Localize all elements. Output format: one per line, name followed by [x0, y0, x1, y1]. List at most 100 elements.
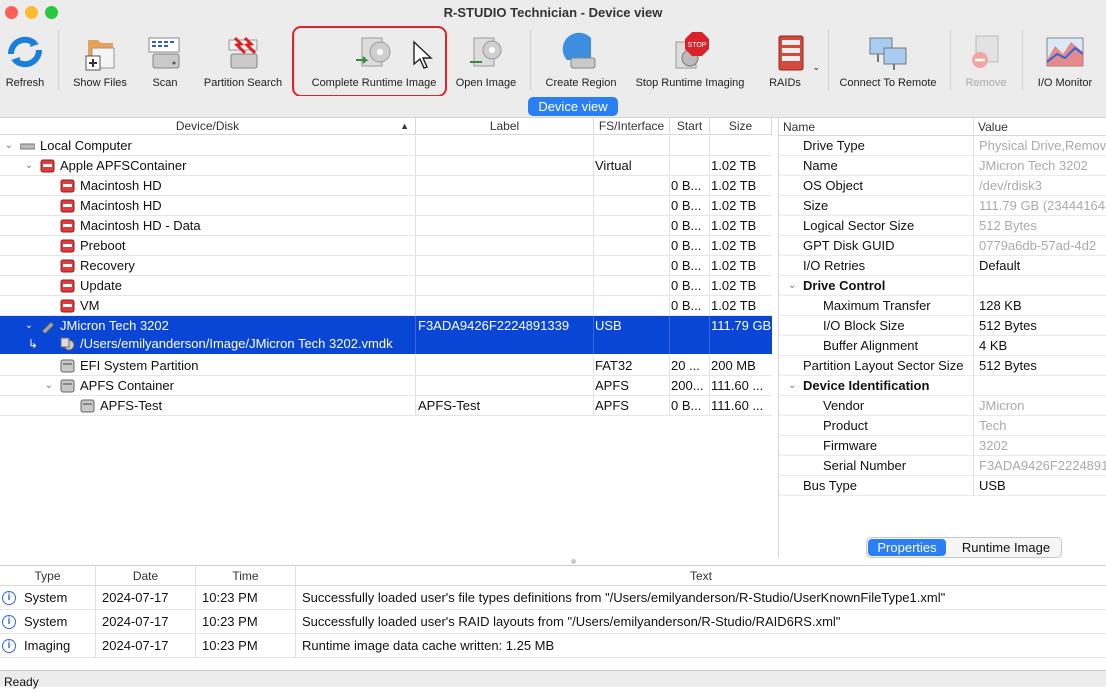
device-size: 1.02 TB [711, 178, 757, 193]
disclosure-arrow-icon[interactable]: ⌄ [3, 136, 15, 156]
log-row[interactable]: i System 2024-07-17 10:23 PM Successfully lo… [0, 586, 1106, 610]
tree-row[interactable]: ⌄ Local Computer [0, 136, 772, 156]
device-label [416, 196, 594, 216]
property-value: USB [979, 478, 1006, 493]
raids-button[interactable]: ⌄ RAIDs [762, 28, 820, 94]
property-value: 512 Bytes [979, 318, 1037, 333]
tab-runtime-image[interactable]: Runtime Image [951, 539, 1061, 556]
tree-row[interactable]: Recovery 0 B... 1.02 TB [0, 256, 772, 276]
tab-properties[interactable]: Properties [868, 539, 946, 556]
tree-row[interactable]: EFI System Partition FAT32 20 ... 200 MB [0, 356, 772, 376]
property-row[interactable]: GPT Disk GUID 0779a6db-57ad-4d2 [779, 236, 1106, 256]
device-fs [594, 334, 670, 354]
property-row[interactable]: Maximum Transfer 128 KB [779, 296, 1106, 316]
remove-icon [972, 35, 999, 68]
property-row[interactable]: OS Object/dev/rdisk3 [779, 176, 1106, 196]
column-header-fs[interactable]: FS/Interface [594, 118, 670, 135]
tree-row[interactable]: Macintosh HD - Data 0 B... 1.02 TB [0, 216, 772, 236]
part-red-icon [60, 239, 75, 253]
chevron-down-icon[interactable]: ⌄ [812, 62, 820, 73]
log-row[interactable]: i System 2024-07-17 10:23 PM Successfully lo… [0, 610, 1106, 634]
zoom-window-button[interactable] [45, 6, 58, 19]
property-row[interactable]: Product Tech [779, 416, 1106, 436]
property-row[interactable]: Drive Type Physical Drive,Removable [779, 136, 1106, 156]
property-row[interactable]: Size 111.79 GB (234441648 [779, 196, 1106, 216]
splitter-handle[interactable] [571, 559, 576, 564]
log-row[interactable]: i Imaging 2024-07-17 10:23 PM Runtime image … [0, 634, 1106, 658]
tree-row[interactable]: Macintosh HD 0 B... 1.02 TB [0, 176, 772, 196]
disclosure-arrow-icon[interactable]: ⌄ [23, 316, 35, 336]
property-value: JMicron [979, 398, 1025, 413]
refresh-button[interactable]: Refresh [0, 28, 50, 94]
scan-button[interactable]: Scan [140, 28, 190, 94]
tree-row[interactable]: ↳ /Users/emilyanderson/Image/JMicron Tech… [0, 334, 772, 354]
io-monitor-button[interactable]: I/O Monitor [1032, 28, 1098, 94]
property-row[interactable]: Vendor JMicron [779, 396, 1106, 416]
property-row[interactable]: Logical Sector Size 512 Bytes [779, 216, 1106, 236]
property-name: Bus Type [779, 476, 974, 496]
properties-header: Name Value [779, 118, 1106, 136]
show-files-icon [85, 40, 115, 71]
log-type: System [24, 590, 68, 605]
property-row[interactable]: Serial Number F3ADA9426F2224891 [779, 456, 1106, 476]
property-group-header[interactable]: ⌄ Device Identification [779, 376, 1106, 396]
property-row[interactable]: Firmware 3202 [779, 436, 1106, 456]
property-value [979, 276, 1106, 296]
tree-row[interactable]: ⌄ Apple APFSContainer Virtual 1.02 TB [0, 156, 772, 176]
stop-runtime-imaging-button[interactable]: STOP Stop Runtime Imaging [630, 28, 750, 94]
highlight-box [292, 26, 447, 97]
tree-row[interactable]: Preboot 0 B... 1.02 TB [0, 236, 772, 256]
tree-row[interactable]: APFS-Test APFS-Test APFS 0 B... 111.60 ... [0, 396, 772, 416]
partition-search-button[interactable]: Partition Search [198, 28, 288, 94]
property-row[interactable]: I/O Retries Default [779, 256, 1106, 276]
create-region-button[interactable]: Create Region [542, 28, 620, 94]
column-header-label[interactable]: Label [416, 118, 594, 135]
property-row[interactable]: Name JMicron Tech 3202 [779, 156, 1106, 176]
show-files-button[interactable]: Show Files [68, 28, 132, 94]
sort-up-icon: ▲ [400, 121, 409, 131]
property-name: I/O Retries [779, 256, 974, 276]
tree-row[interactable]: ⌄ JMicron Tech 3202 F3ADA9426F2224891339 US… [0, 316, 772, 336]
part-red-icon [60, 299, 75, 313]
tree-row[interactable]: ⌄ APFS Container APFS 200... 111.60 ... [0, 376, 772, 396]
property-row[interactable]: Partition Layout Sector Size 512 Bytes [779, 356, 1106, 376]
info-icon: i [2, 591, 16, 605]
remove-button[interactable]: Remove [960, 28, 1012, 94]
minimize-window-button[interactable] [25, 6, 38, 19]
column-header-size[interactable]: Size [710, 118, 772, 135]
device-name: EFI System Partition [80, 358, 199, 373]
device-size: 111.60 ... [711, 398, 764, 413]
tree-row[interactable]: Update 0 B... 1.02 TB [0, 276, 772, 296]
property-group-header[interactable]: ⌄ Drive Control [779, 276, 1106, 296]
disclosure-arrow-icon[interactable]: ⌄ [43, 376, 55, 396]
device-size: 1.02 TB [711, 278, 757, 293]
connect-to-remote-button[interactable]: Connect To Remote [836, 28, 940, 94]
device-fs [594, 296, 670, 316]
disclosure-arrow-icon[interactable]: ⌄ [23, 156, 35, 176]
property-name: Partition Layout Sector Size [779, 356, 974, 376]
open-image-icon [470, 37, 502, 67]
device-label: APFS-Test [416, 396, 594, 416]
property-row[interactable]: I/O Block Size 512 Bytes [779, 316, 1106, 336]
tree-row[interactable]: Macintosh HD 0 B... 1.02 TB [0, 196, 772, 216]
column-header-device[interactable]: Device/Disk ▲ [0, 118, 416, 135]
tab-device-view[interactable]: Device view [528, 97, 618, 116]
computer-icon [19, 139, 36, 153]
property-row[interactable]: Buffer Alignment 4 KB [779, 336, 1106, 356]
device-name: Preboot [80, 238, 126, 253]
property-name: Serial Number [779, 456, 974, 476]
column-header-start[interactable]: Start [670, 118, 710, 135]
close-window-button[interactable] [5, 6, 18, 19]
tree-row[interactable]: VM 0 B... 1.02 TB [0, 296, 772, 316]
property-name: I/O Block Size [779, 316, 974, 336]
open-image-button[interactable]: Open Image [452, 28, 520, 94]
device-size: 111.60 ... [711, 378, 764, 393]
device-start [670, 316, 710, 336]
device-size: 1.02 TB [711, 158, 757, 173]
device-start: 0 B... [670, 196, 710, 216]
property-name: Name [779, 156, 974, 176]
part-red-icon [60, 259, 75, 273]
part-gray-icon [60, 359, 75, 373]
property-row[interactable]: Bus Type USB [779, 476, 1106, 496]
raids-icon [778, 35, 804, 71]
